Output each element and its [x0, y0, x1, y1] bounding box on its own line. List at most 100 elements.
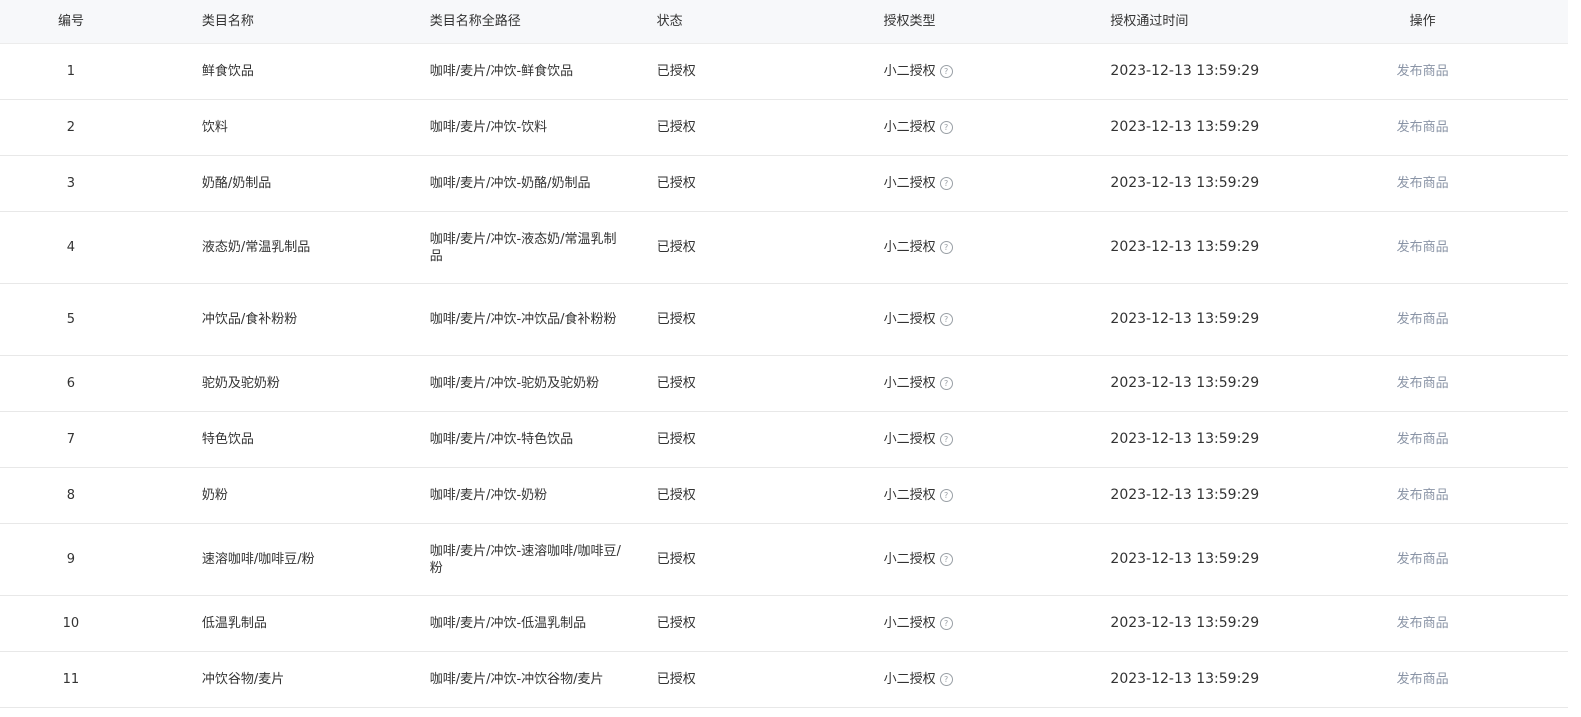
- row-no: 6: [66, 376, 76, 391]
- table-row: 8 奶粉 咖啡/麦片/冲饮-奶粉 已授权 小二授权? 2023-12-13 13…: [0, 468, 1568, 524]
- publish-product-link[interactable]: 发布商品: [1397, 432, 1449, 447]
- table-row: 6 驼奶及驼奶粉 咖啡/麦片/冲饮-驼奶及驼奶粉 已授权 小二授权? 2023-…: [0, 356, 1568, 412]
- row-path: 咖啡/麦片/冲饮-冲饮谷物/麦片: [370, 671, 604, 688]
- auth-type-label: 小二授权: [883, 312, 936, 327]
- publish-product-link[interactable]: 发布商品: [1397, 616, 1449, 631]
- header-status: 状态: [656, 14, 683, 29]
- header-no: 编号: [57, 14, 84, 29]
- publish-product-link[interactable]: 发布商品: [1397, 552, 1449, 567]
- category-auth-table: 编号 类目名称 类目名称全路径 状态 授权类型 授权通过时间 操作 1 鲜食饮品…: [0, 0, 1568, 708]
- auth-type-label: 小二授权: [883, 672, 936, 687]
- row-auth-type: 小二授权?: [824, 487, 1051, 504]
- row-auth-time: 2023-12-13 13:59:29: [1110, 487, 1260, 503]
- row-name: 特色饮品: [201, 432, 254, 447]
- publish-product-link[interactable]: 发布商品: [1397, 672, 1449, 687]
- question-icon[interactable]: ?: [939, 377, 953, 390]
- row-auth-time: 2023-12-13 13:59:29: [1110, 311, 1260, 327]
- row-auth-time: 2023-12-13 13:59:29: [1110, 375, 1260, 391]
- question-icon[interactable]: ?: [939, 489, 953, 502]
- question-icon[interactable]: ?: [939, 65, 953, 78]
- row-path: 咖啡/麦片/冲饮-低温乳制品: [370, 615, 597, 632]
- publish-product-link[interactable]: 发布商品: [1397, 488, 1449, 503]
- row-auth-type: 小二授权?: [824, 551, 1051, 568]
- row-path-text: 咖啡/麦片/冲饮-奶酪/奶制品: [429, 176, 591, 191]
- row-no: 7: [66, 432, 76, 447]
- row-auth-type: 小二授权?: [824, 671, 1051, 688]
- publish-product-link[interactable]: 发布商品: [1397, 240, 1449, 255]
- row-path-text: 咖啡/麦片/冲饮-液态奶/常温乳制品: [429, 231, 617, 264]
- publish-product-link[interactable]: 发布商品: [1397, 64, 1449, 79]
- question-icon[interactable]: ?: [939, 673, 953, 686]
- row-auth-time: 2023-12-13 13:59:29: [1110, 239, 1260, 255]
- table-row: 1 鲜食饮品 咖啡/麦片/冲饮-鲜食饮品 已授权 小二授权? 2023-12-1…: [0, 44, 1568, 100]
- row-no: 2: [66, 120, 76, 135]
- row-auth-time: 2023-12-13 13:59:29: [1110, 615, 1260, 631]
- header-path: 类目名称全路径: [429, 14, 521, 29]
- row-name: 饮料: [201, 120, 228, 135]
- table-row: 10 低温乳制品 咖啡/麦片/冲饮-低温乳制品 已授权 小二授权? 2023-1…: [0, 596, 1568, 652]
- question-icon[interactable]: ?: [939, 313, 953, 326]
- row-path-text: 咖啡/麦片/冲饮-驼奶及驼奶粉: [429, 376, 600, 391]
- table-row: 4 液态奶/常温乳制品 咖啡/麦片/冲饮-液态奶/常温乳制品 已授权 小二授权?…: [0, 212, 1568, 284]
- table-row: 9 速溶咖啡/咖啡豆/粉 咖啡/麦片/冲饮-速溶咖啡/咖啡豆/粉 已授权 小二授…: [0, 524, 1568, 596]
- question-icon[interactable]: ?: [939, 177, 953, 190]
- header-auth-type: 授权类型: [883, 14, 936, 29]
- row-status: 已授权: [656, 120, 696, 135]
- row-auth-time: 2023-12-13 13:59:29: [1110, 551, 1260, 567]
- row-no: 11: [62, 672, 80, 687]
- header-action: 操作: [1409, 14, 1436, 29]
- row-status: 已授权: [656, 176, 696, 191]
- row-action: 发布商品: [1277, 487, 1568, 504]
- row-auth-time: 2023-12-13 13:59:29: [1110, 119, 1260, 135]
- row-path: 咖啡/麦片/冲饮-冲饮品/食补粉粉: [370, 311, 617, 328]
- row-path-text: 咖啡/麦片/冲饮-冲饮谷物/麦片: [429, 672, 604, 687]
- row-name: 奶粉: [201, 488, 228, 503]
- auth-type-label: 小二授权: [883, 616, 936, 631]
- row-path-text: 咖啡/麦片/冲饮-饮料: [429, 120, 548, 135]
- row-status: 已授权: [656, 312, 696, 327]
- row-path-text: 咖啡/麦片/冲饮-特色饮品: [429, 432, 574, 447]
- row-auth-type: 小二授权?: [824, 63, 1051, 80]
- question-icon[interactable]: ?: [939, 241, 953, 254]
- row-path-text: 咖啡/麦片/冲饮-鲜食饮品: [429, 64, 574, 79]
- row-path: 咖啡/麦片/冲饮-驼奶及驼奶粉: [370, 375, 599, 392]
- row-auth-type: 小二授权?: [824, 175, 1051, 192]
- row-path: 咖啡/麦片/冲饮-饮料: [370, 119, 597, 136]
- question-icon[interactable]: ?: [939, 121, 953, 134]
- row-path: 咖啡/麦片/冲饮-鲜食饮品: [370, 63, 597, 80]
- row-no: 1: [66, 64, 76, 79]
- auth-type-label: 小二授权: [883, 552, 936, 567]
- row-action: 发布商品: [1277, 671, 1568, 688]
- row-action: 发布商品: [1277, 119, 1568, 136]
- row-status: 已授权: [656, 552, 696, 567]
- publish-product-link[interactable]: 发布商品: [1397, 376, 1449, 391]
- publish-product-link[interactable]: 发布商品: [1397, 176, 1449, 191]
- auth-type-label: 小二授权: [883, 240, 936, 255]
- question-icon[interactable]: ?: [939, 553, 953, 566]
- row-action: 发布商品: [1277, 311, 1568, 328]
- table-row: 11 冲饮谷物/麦片 咖啡/麦片/冲饮-冲饮谷物/麦片 已授权 小二授权? 20…: [0, 652, 1568, 708]
- table-row: 5 冲饮品/食补粉粉 咖啡/麦片/冲饮-冲饮品/食补粉粉 已授权 小二授权? 2…: [0, 284, 1568, 356]
- publish-product-link[interactable]: 发布商品: [1397, 120, 1449, 135]
- row-name: 冲饮品/食补粉粉: [201, 312, 298, 327]
- row-path: 咖啡/麦片/冲饮-奶粉: [370, 487, 597, 504]
- row-no: 3: [66, 176, 76, 191]
- row-action: 发布商品: [1277, 175, 1568, 192]
- row-no: 9: [66, 552, 76, 567]
- row-name: 冲饮谷物/麦片: [201, 672, 285, 687]
- row-path: 咖啡/麦片/冲饮-奶酪/奶制品: [370, 175, 597, 192]
- row-no: 10: [62, 616, 80, 631]
- row-auth-type: 小二授权?: [824, 375, 1051, 392]
- row-action: 发布商品: [1277, 615, 1568, 632]
- question-icon[interactable]: ?: [939, 433, 953, 446]
- row-path: 咖啡/麦片/冲饮-速溶咖啡/咖啡豆/粉: [370, 543, 621, 577]
- row-name: 驼奶及驼奶粉: [201, 376, 280, 391]
- table-header: 编号 类目名称 类目名称全路径 状态 授权类型 授权通过时间 操作: [0, 0, 1568, 44]
- row-auth-time: 2023-12-13 13:59:29: [1110, 431, 1260, 447]
- question-icon[interactable]: ?: [939, 617, 953, 630]
- row-status: 已授权: [656, 240, 696, 255]
- publish-product-link[interactable]: 发布商品: [1397, 312, 1449, 327]
- auth-type-label: 小二授权: [883, 176, 936, 191]
- table-row: 2 饮料 咖啡/麦片/冲饮-饮料 已授权 小二授权? 2023-12-13 13…: [0, 100, 1568, 156]
- row-name: 鲜食饮品: [201, 64, 254, 79]
